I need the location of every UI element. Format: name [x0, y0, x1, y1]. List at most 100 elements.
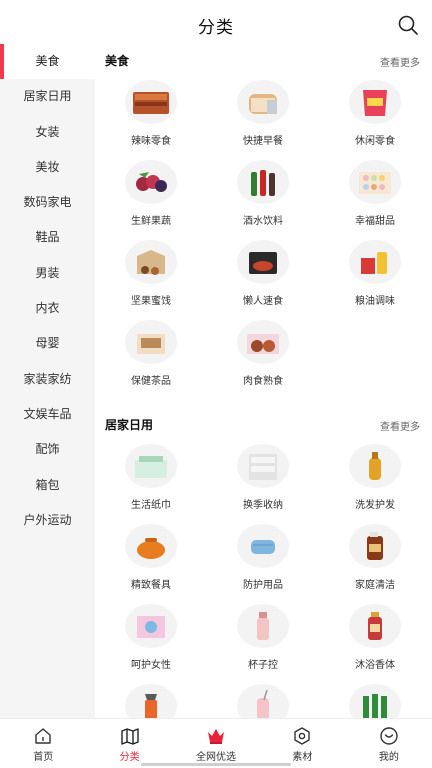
tab-home[interactable]: 首页: [0, 719, 86, 768]
subcategory-item[interactable]: 粮油调味: [319, 236, 431, 316]
tab-selection[interactable]: 全网优选: [173, 719, 259, 768]
subcategory-label: 生鲜果蔬: [131, 216, 171, 227]
subcategory-item[interactable]: 酒水饮料: [207, 156, 319, 236]
view-more-link[interactable]: 查看更多: [380, 54, 420, 69]
sidebar-item-entertainment-auto[interactable]: 文娱车品: [0, 397, 95, 432]
pad-icon: [125, 604, 177, 648]
section-header-household: 居家日用 查看更多: [95, 408, 432, 440]
subcategory-item[interactable]: 保健茶品: [95, 316, 207, 396]
subcategory-label: 换季收纳: [243, 500, 283, 511]
sidebar-item-baby[interactable]: 母婴: [0, 326, 95, 361]
category-sidebar: 美食 居家日用 女装 美妆 数码家电 鞋品 男装 内衣 母婴 家装家纺 文娱车品…: [0, 44, 95, 718]
tab-materials[interactable]: 素材: [259, 719, 345, 768]
subcategory-item[interactable]: 精致餐具: [95, 520, 207, 600]
subcategory-item[interactable]: 懒人速食: [207, 236, 319, 316]
snack-bag-icon: [349, 80, 401, 124]
tab-category[interactable]: 分类: [86, 719, 172, 768]
cup-icon: [237, 604, 289, 648]
shampoo-icon: [349, 444, 401, 488]
subcategory-item[interactable]: 生活纸巾: [95, 440, 207, 520]
sidebar-item-underwear[interactable]: 内衣: [0, 291, 95, 326]
tab-label: 我的: [378, 752, 399, 763]
sidebar-item-bags[interactable]: 箱包: [0, 468, 95, 503]
sidebar-item-outdoor[interactable]: 户外运动: [0, 503, 95, 538]
page-title: 分类: [198, 18, 234, 38]
sidebar-item-womens-wear[interactable]: 女装: [0, 115, 95, 150]
sidebar-item-mens-wear[interactable]: 男装: [0, 256, 95, 291]
tab-label: 全网优选: [196, 752, 237, 763]
section-header-food: 美食 查看更多: [95, 44, 432, 76]
top-header: 分类: [0, 0, 432, 46]
sidebar-item-home-textile[interactable]: 家装家纺: [0, 362, 95, 397]
subcategory-grid: 生活纸巾 换季收纳 洗发护发 精致餐具 防护用品 家庭清洁 呵护女性 杯子控 沐…: [95, 440, 432, 718]
subcategory-label: 肉食熟食: [243, 376, 283, 387]
home-icon: [35, 728, 51, 744]
search-icon[interactable]: [397, 14, 419, 36]
tab-label: 首页: [33, 752, 54, 763]
subcategory-label: 休闲零食: [355, 136, 395, 147]
tab-label: 分类: [119, 752, 140, 763]
subcategory-item[interactable]: 快捷早餐: [207, 76, 319, 156]
sidebar-item-household[interactable]: 居家日用: [0, 79, 95, 114]
macaron-icon: [349, 160, 401, 204]
home-indicator: [141, 763, 291, 766]
tab-label: 素材: [292, 752, 313, 763]
subcategory-item[interactable]: 辣味零食: [95, 76, 207, 156]
subcategory-item[interactable]: 坚果蜜饯: [95, 236, 207, 316]
spray-cleaner-icon: [125, 684, 177, 718]
oil-rice-icon: [349, 240, 401, 284]
subcategory-item[interactable]: 杯子控: [207, 600, 319, 680]
subcategory-item[interactable]: 沐浴香体: [319, 600, 431, 680]
subcategory-label: 杯子控: [248, 660, 278, 671]
sidebar-item-accessories[interactable]: 配饰: [0, 432, 95, 467]
bottles-icon: [237, 160, 289, 204]
sidebar-item-digital[interactable]: 数码家电: [0, 185, 95, 220]
subcategory-label: 沐浴香体: [355, 660, 395, 671]
tea-box-icon: [125, 320, 177, 364]
subcategory-grid: 辣味零食 快捷早餐 休闲零食 生鲜果蔬 酒水饮料 幸福甜品 坚果蜜饯 懒人速食 …: [95, 76, 432, 396]
subcategory-label: 生活纸巾: [131, 500, 171, 511]
category-content: 美食 查看更多 辣味零食 快捷早餐 休闲零食 生鲜果蔬 酒水饮料 幸福甜品 坚果…: [95, 44, 432, 718]
pot-icon: [125, 524, 177, 568]
map-icon: [120, 728, 139, 745]
subcategory-label: 懒人速食: [243, 296, 283, 307]
subcategory-item[interactable]: 肉食熟食: [207, 316, 319, 396]
sidebar-item-shoes[interactable]: 鞋品: [0, 220, 95, 255]
subcategory-item[interactable]: [95, 680, 207, 718]
subcategory-item[interactable]: [207, 680, 319, 718]
tab-profile[interactable]: 我的: [346, 719, 432, 768]
view-more-link[interactable]: 查看更多: [380, 418, 420, 433]
pink-cup-icon: [237, 684, 289, 718]
subcategory-label: 精致餐具: [131, 580, 171, 591]
subcategory-item[interactable]: 幸福甜品: [319, 156, 431, 236]
subcategory-item[interactable]: 防护用品: [207, 520, 319, 600]
subcategory-item[interactable]: 洗发护发: [319, 440, 431, 520]
subcategory-item[interactable]: 换季收纳: [207, 440, 319, 520]
subcategory-label: 防护用品: [243, 580, 283, 591]
subcategory-item[interactable]: [319, 680, 431, 718]
sidebar-item-food[interactable]: 美食: [0, 44, 95, 80]
subcategory-label: 保健茶品: [131, 376, 171, 387]
disinfectant-icon: [349, 524, 401, 568]
crown-icon: [208, 729, 225, 744]
subcategory-item[interactable]: 休闲零食: [319, 76, 431, 156]
meat-icon: [237, 320, 289, 364]
storage-drawer-icon: [237, 444, 289, 488]
subcategory-label: 呵护女性: [131, 660, 171, 671]
body-wash-icon: [349, 604, 401, 648]
subcategory-label: 坚果蜜饯: [131, 296, 171, 307]
sidebar-item-beauty[interactable]: 美妆: [0, 150, 95, 185]
hexagon-icon: [294, 727, 311, 745]
subcategory-label: 家庭清洁: [355, 580, 395, 591]
fruit-icon: [125, 160, 177, 204]
subcategory-item[interactable]: 生鲜果蔬: [95, 156, 207, 236]
bread-icon: [237, 80, 289, 124]
green-bottles-icon: [349, 684, 401, 718]
subcategory-item[interactable]: 家庭清洁: [319, 520, 431, 600]
section-title: 美食: [105, 54, 130, 68]
tissue-icon: [125, 444, 177, 488]
subcategory-label: 洗发护发: [355, 500, 395, 511]
subcategory-item[interactable]: 呵护女性: [95, 600, 207, 680]
subcategory-label: 快捷早餐: [243, 136, 283, 147]
section-title: 居家日用: [105, 418, 154, 432]
